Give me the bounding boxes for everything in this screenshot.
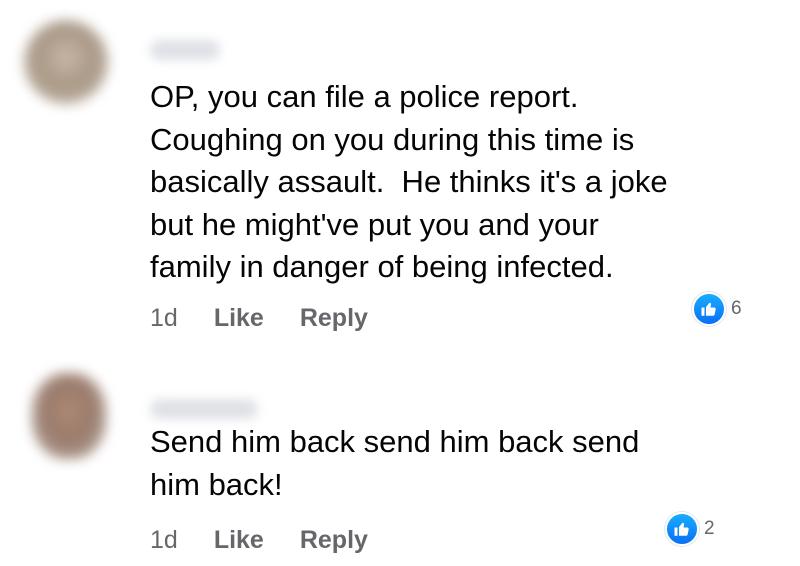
avatar[interactable] bbox=[32, 373, 106, 459]
reaction-summary[interactable]: 2 bbox=[665, 512, 715, 546]
comment-actions: 1d Like Reply bbox=[150, 304, 404, 333]
comment-actions: 1d Like Reply bbox=[150, 526, 404, 555]
comment-timestamp[interactable]: 1d bbox=[150, 526, 178, 555]
comment-text: Send him back send him back send him bac… bbox=[150, 424, 640, 502]
reaction-summary[interactable]: 6 bbox=[692, 292, 742, 326]
thumbs-up-icon bbox=[665, 512, 699, 546]
thumbs-up-icon bbox=[692, 292, 726, 326]
reaction-count: 6 bbox=[731, 298, 742, 319]
reply-button[interactable]: Reply bbox=[300, 526, 368, 555]
avatar[interactable] bbox=[24, 20, 108, 104]
commenter-name[interactable] bbox=[150, 40, 220, 60]
reply-button[interactable]: Reply bbox=[300, 304, 368, 333]
comment-text: OP, you can file a police report. Coughi… bbox=[150, 79, 668, 284]
commenter-name[interactable] bbox=[150, 399, 258, 419]
comment-1: OP, you can file a police report. Coughi… bbox=[0, 0, 800, 345]
reaction-count: 2 bbox=[704, 518, 715, 539]
comment-2: Send him back send him back send him bac… bbox=[0, 345, 800, 566]
like-button[interactable]: Like bbox=[214, 526, 264, 555]
like-button[interactable]: Like bbox=[214, 304, 264, 333]
comment-timestamp[interactable]: 1d bbox=[150, 304, 178, 333]
